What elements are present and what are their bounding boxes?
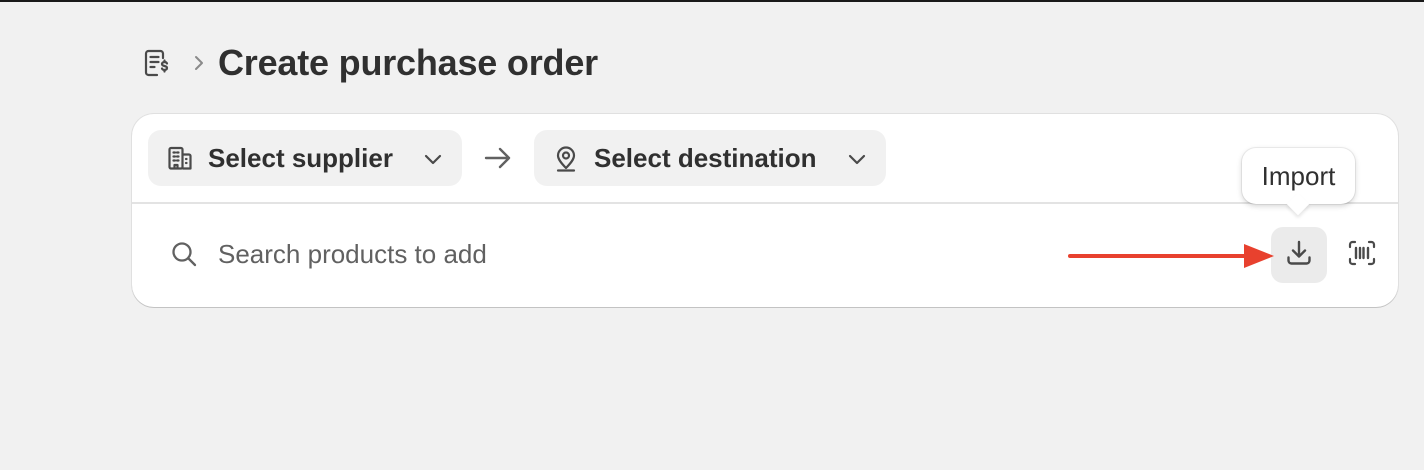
purchase-order-card: Select supplier Select destination — [132, 114, 1398, 307]
select-destination-button[interactable]: Select destination — [534, 130, 886, 186]
select-destination-label: Select destination — [594, 142, 817, 173]
purchase-order-icon[interactable] — [140, 46, 174, 80]
import-button[interactable] — [1271, 227, 1327, 283]
search-products-input[interactable] — [218, 234, 1058, 274]
import-tooltip-text: Import — [1261, 160, 1336, 191]
import-icon — [1285, 239, 1313, 272]
arrow-right-icon — [482, 144, 514, 172]
location-pin-icon — [552, 144, 580, 172]
chevron-down-icon — [846, 148, 868, 170]
import-tooltip: Import — [1242, 148, 1355, 216]
barcode-scan-icon — [1347, 239, 1377, 272]
window-top-border — [0, 0, 1424, 2]
select-supplier-label: Select supplier — [208, 142, 393, 173]
search-icon — [170, 240, 198, 268]
annotation-arrow — [1068, 244, 1274, 268]
page-title: Create purchase order — [218, 42, 598, 83]
building-icon — [166, 144, 194, 172]
page-header: Create purchase order — [140, 40, 598, 86]
chevron-right-icon — [188, 52, 210, 74]
supplier-destination-bar: Select supplier Select destination — [132, 114, 1398, 204]
select-supplier-button[interactable]: Select supplier — [148, 130, 462, 186]
barcode-scan-button[interactable] — [1334, 227, 1390, 283]
chevron-down-icon — [422, 148, 444, 170]
